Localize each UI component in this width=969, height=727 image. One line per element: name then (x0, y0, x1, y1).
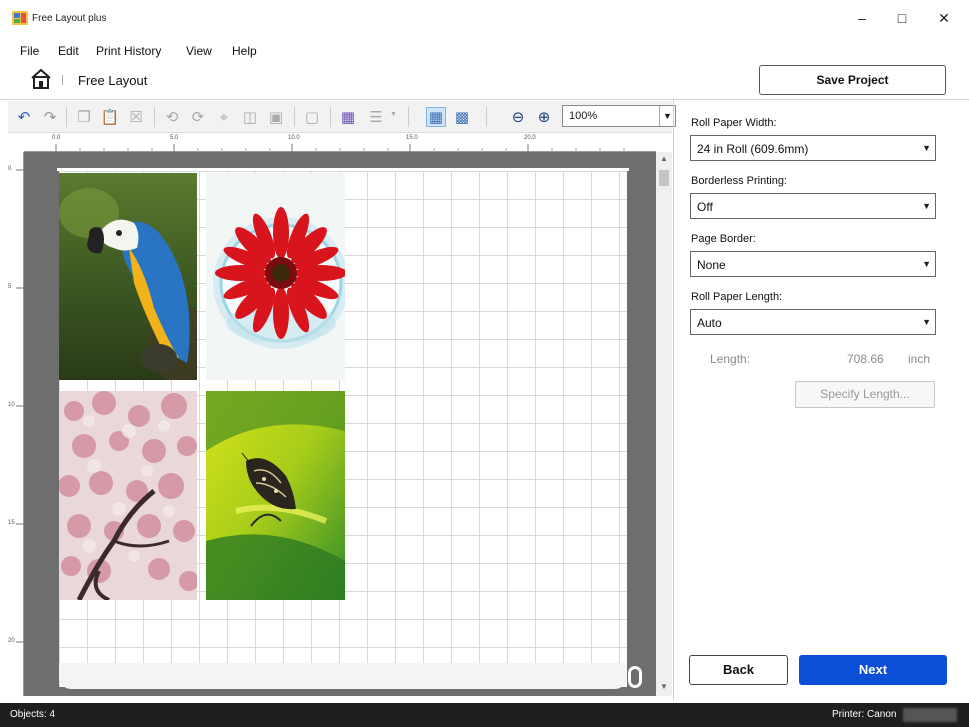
chevron-up-icon[interactable]: ▲ (656, 154, 672, 166)
chevron-down-icon: ▼ (922, 143, 931, 153)
blossoms-image (59, 391, 197, 600)
app-icon (12, 11, 28, 25)
parrot-image (59, 173, 197, 380)
borderless-value: Off (697, 200, 713, 214)
roll-width-label: Roll Paper Width: (691, 117, 777, 129)
zoom-select[interactable]: 100% ▼ (562, 105, 676, 127)
horizontal-ruler: 0.0 5.0 10.0 15.0 20.0 (24, 134, 656, 152)
grid-icon[interactable]: ▦ (426, 107, 446, 127)
panel-divider (673, 100, 674, 700)
chevron-down-icon[interactable]: ▼ (390, 111, 397, 118)
length-value: 708.66 (847, 352, 884, 366)
menu-edit[interactable]: Edit (58, 44, 79, 58)
auto-layout-icon[interactable]: ▢ (302, 107, 322, 127)
divider (0, 99, 969, 100)
chevron-down-icon: ▼ (922, 259, 931, 269)
roll-length-select[interactable]: Auto ▼ (690, 309, 936, 335)
back-button[interactable]: Back (689, 655, 788, 685)
ruler-ticks (16, 169, 24, 643)
toolbar-separator (330, 107, 331, 127)
chevron-down-icon: ▼ (922, 201, 931, 211)
roll-width-value: 24 in Roll (609.6mm) (697, 142, 809, 156)
fit-size-icon[interactable]: ◫ (240, 107, 260, 127)
undo-icon[interactable]: ↶ (14, 107, 34, 127)
breadcrumb-separator (62, 75, 63, 85)
toolbar-separator (154, 107, 155, 127)
fill-icon[interactable]: ▣ (266, 107, 286, 127)
length-label: Length: (710, 352, 751, 366)
roll-width-select[interactable]: 24 in Roll (609.6mm) ▼ (690, 135, 936, 161)
butterfly-image (206, 391, 345, 600)
toolbar-separator (408, 107, 409, 127)
window-title: Free Layout plus (32, 13, 107, 24)
delete-icon[interactable]: ☒ (126, 107, 146, 127)
horizontal-scrollbar[interactable] (59, 663, 627, 689)
rotate-left-icon[interactable]: ⟲ (162, 107, 182, 127)
length-unit: inch (908, 352, 931, 366)
borderless-select[interactable]: Off ▼ (690, 193, 936, 219)
page-border-value: None (697, 258, 726, 272)
photo-parrot[interactable] (59, 173, 197, 380)
roll-length-label: Roll Paper Length: (691, 291, 783, 303)
specify-length-button[interactable]: Specify Length... (795, 381, 935, 408)
ruler-ticks (55, 144, 625, 152)
toolbar-separator (66, 107, 67, 127)
vertical-ruler: 0 5 10 15 20 (6, 152, 24, 696)
menu-bar: File Edit Print History View Help (0, 40, 969, 62)
roll-length-value: Auto (697, 316, 722, 330)
scroll-indicator (628, 666, 642, 688)
copy-icon[interactable]: ❐ (74, 107, 94, 127)
align-icon[interactable]: ☰ (366, 107, 386, 127)
photo-flower[interactable] (206, 173, 345, 380)
borderless-label: Borderless Printing: (691, 175, 787, 187)
group-icon[interactable]: ▦ (338, 107, 358, 127)
maximize-button[interactable]: □ (882, 5, 922, 31)
objects-count: Objects: 4 (10, 709, 56, 720)
toolbar-separator (294, 107, 295, 127)
title-bar: Free Layout plus – □ ✕ (0, 0, 969, 38)
zoom-value: 100% (569, 110, 598, 122)
zoom-in-icon[interactable]: ⊕ (534, 107, 554, 127)
printer-name: Printer: Canon (832, 709, 897, 720)
close-button[interactable]: ✕ (924, 5, 964, 31)
scroll-thumb[interactable] (659, 170, 669, 186)
minimize-button[interactable]: – (842, 5, 882, 31)
crop-icon[interactable]: ⌖ (214, 107, 234, 127)
page-border-select[interactable]: None ▼ (690, 251, 936, 277)
paste-icon[interactable]: 📋 (100, 107, 120, 127)
vertical-scrollbar[interactable]: ▲ ▼ (656, 152, 672, 696)
page-border-label: Page Border: (691, 233, 756, 245)
next-button[interactable]: Next (799, 655, 947, 685)
chevron-down-icon[interactable]: ▼ (656, 682, 672, 694)
redacted-text (903, 708, 957, 722)
zoom-out-icon[interactable]: ⊖ (508, 107, 528, 127)
rotate-right-icon[interactable]: ⟳ (188, 107, 208, 127)
toolbar: ↶ ↷ ❐ 📋 ☒ ⟲ ⟳ ⌖ ◫ ▣ ▢ ▦ ☰ ▼ ▦ ▩ ⊖ ⊕ 100%… (8, 101, 676, 133)
breadcrumb-current: Free Layout (78, 73, 148, 88)
menu-view[interactable]: View (186, 44, 212, 58)
home-icon[interactable] (30, 68, 52, 90)
status-bar: Objects: 4 Printer: Canon (0, 703, 969, 727)
redo-icon[interactable]: ↷ (40, 107, 60, 127)
photo-butterfly[interactable] (206, 391, 345, 600)
flower-image (206, 173, 345, 380)
menu-file[interactable]: File (20, 44, 39, 58)
chevron-down-icon: ▼ (922, 317, 931, 327)
save-project-button[interactable]: Save Project (759, 65, 946, 95)
toolbar-separator (486, 107, 487, 127)
menu-print-history[interactable]: Print History (96, 44, 161, 58)
preview-icon[interactable]: ▩ (452, 107, 472, 127)
menu-help[interactable]: Help (232, 44, 257, 58)
photo-blossoms[interactable] (59, 391, 197, 600)
